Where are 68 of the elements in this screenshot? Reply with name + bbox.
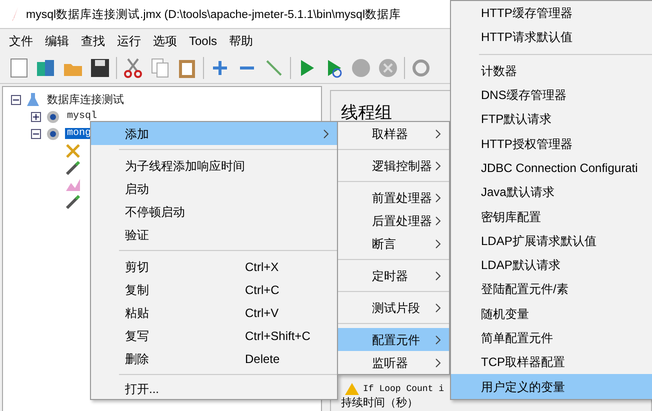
menu-item[interactable]: HTTP请求默认值 bbox=[451, 25, 652, 50]
menu-item[interactable]: 帮助 bbox=[224, 32, 258, 50]
window-title: mysql数据库连接测试.jmx (D:\tools\apache-jmeter-5.1.1\bin\mysql数据库 bbox=[26, 7, 401, 22]
menu-item[interactable]: 定时器 bbox=[338, 264, 449, 287]
warning-icon bbox=[345, 383, 359, 395]
gear-icon bbox=[45, 126, 61, 142]
menu-item[interactable]: 复写 Ctrl+Shift+C bbox=[91, 324, 337, 347]
menu-item[interactable]: 验证 bbox=[91, 223, 337, 246]
panel-title: 线程组 bbox=[341, 102, 392, 124]
menu-item[interactable]: 监听器 bbox=[338, 351, 449, 374]
wrench-icon bbox=[65, 142, 81, 158]
menu-item[interactable]: 登陆配置元件/素 bbox=[451, 277, 652, 302]
tree-item[interactable]: 数据库连接测试 bbox=[45, 92, 126, 107]
chart-icon bbox=[65, 176, 81, 192]
menu-item[interactable]: 测试片段 bbox=[338, 296, 449, 319]
expander-icon[interactable] bbox=[31, 128, 41, 138]
menu-item[interactable]: DNS缓存管理器 bbox=[451, 82, 652, 108]
menu-item[interactable]: 删除 Delete bbox=[91, 347, 337, 370]
menu-item[interactable]: Java默认请求 bbox=[451, 180, 652, 204]
menu-item[interactable]: 剪切 Ctrl+X bbox=[91, 255, 337, 278]
menu-item[interactable]: 简单配置元件 bbox=[451, 326, 652, 350]
menu-item[interactable]: 配置元件 bbox=[338, 328, 449, 351]
tree-item[interactable]: mysql bbox=[65, 111, 100, 122]
warning-text: If Loop Count i bbox=[363, 384, 444, 394]
flask-icon bbox=[25, 92, 41, 108]
menu-item[interactable]: 复制 Ctrl+C bbox=[91, 278, 337, 301]
save-icon[interactable] bbox=[89, 57, 111, 79]
menu-item[interactable]: 为子线程添加响应时间 bbox=[91, 154, 337, 177]
expander-icon[interactable] bbox=[11, 94, 21, 104]
menu-item[interactable]: 计数器 bbox=[451, 58, 652, 83]
menu-item[interactable]: JDBC Connection Configurati bbox=[451, 156, 652, 180]
menu-item[interactable]: LDAP默认请求 bbox=[451, 252, 652, 278]
menu-item[interactable]: FTP默认请求 bbox=[451, 107, 652, 132]
books-icon[interactable] bbox=[35, 57, 57, 79]
menu-item[interactable]: 添加 bbox=[91, 122, 337, 145]
menu-item[interactable]: 断言 bbox=[338, 232, 449, 255]
menu-item[interactable]: 密钥库配置 bbox=[451, 204, 652, 229]
cut-icon[interactable] bbox=[122, 57, 144, 79]
menu-item[interactable]: HTTP授权管理器 bbox=[451, 131, 652, 156]
menu-item[interactable]: Tools bbox=[184, 34, 222, 48]
close-icon[interactable] bbox=[377, 57, 399, 79]
copy-icon[interactable] bbox=[149, 57, 171, 79]
menu-item[interactable]: 文件 bbox=[4, 32, 38, 50]
menu-item[interactable]: 编辑 bbox=[40, 32, 74, 50]
stop-icon[interactable] bbox=[350, 57, 372, 79]
gear-icon bbox=[45, 108, 61, 124]
clipboard-icon[interactable] bbox=[176, 57, 198, 79]
pipette-icon bbox=[65, 194, 81, 210]
menu-item[interactable]: 粘贴 Ctrl+V bbox=[91, 301, 337, 324]
menu-item[interactable]: 逻辑控制器 bbox=[338, 154, 449, 177]
menu-item[interactable]: 随机变量 bbox=[451, 302, 652, 326]
menu-item[interactable]: 查找 bbox=[76, 32, 110, 50]
menu-item[interactable]: 不停顿启动 bbox=[91, 200, 337, 223]
menu-item[interactable]: 前置处理器 bbox=[338, 186, 449, 209]
menu-item[interactable]: LDAP扩展请求默认值 bbox=[451, 228, 652, 253]
menu-item[interactable]: 启动 bbox=[91, 177, 337, 200]
menu-item[interactable]: HTTP缓存管理器 bbox=[451, 1, 652, 26]
expander-icon[interactable] bbox=[31, 112, 41, 122]
menu-item[interactable]: 用户定义的变量 bbox=[451, 374, 652, 399]
menu-item[interactable]: 选项 bbox=[148, 32, 182, 50]
pipette-icon bbox=[65, 160, 81, 176]
duration-label: 持续时间（秒） bbox=[341, 397, 418, 410]
menu-item[interactable]: 运行 bbox=[112, 32, 146, 50]
menu-item[interactable]: 取样器 bbox=[338, 122, 449, 145]
menu-item[interactable]: 打开... bbox=[91, 379, 337, 399]
menu-item[interactable]: 后置处理器 bbox=[338, 209, 449, 232]
new-file-icon[interactable] bbox=[8, 57, 30, 79]
menu-item[interactable]: TCP取样器配置 bbox=[451, 350, 652, 374]
